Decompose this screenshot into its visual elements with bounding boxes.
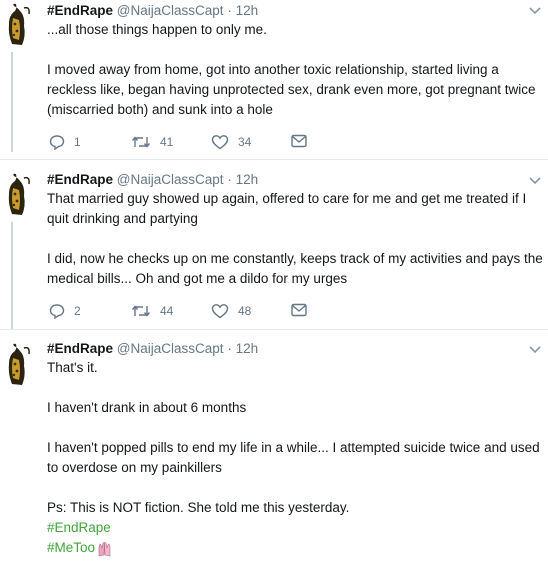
tweet-1[interactable]: #EndRape @NaijaClassCapt · 12h ...all th… bbox=[0, 0, 548, 160]
hashtag-row: #MeToo bbox=[47, 538, 545, 558]
reply-icon bbox=[49, 304, 65, 319]
handle[interactable]: @NaijaClassCapt bbox=[117, 341, 224, 356]
tweet-header: #EndRape @NaijaClassCapt · 12h bbox=[47, 2, 258, 20]
retweet-count: 41 bbox=[160, 135, 174, 149]
tweet-header: #EndRape @NaijaClassCapt · 12h bbox=[47, 340, 258, 358]
retweet-button[interactable]: 44 bbox=[131, 303, 173, 319]
thread-line bbox=[11, 222, 13, 330]
handle[interactable]: @NaijaClassCapt bbox=[117, 172, 224, 187]
display-name[interactable]: #EndRape bbox=[47, 341, 113, 356]
tweet-paragraph: I haven't drank in about 6 months bbox=[47, 400, 247, 415]
like-button[interactable]: 34 bbox=[211, 134, 251, 150]
tweet-text: ...all those things happen to only me. I… bbox=[47, 20, 545, 120]
reply-icon bbox=[49, 135, 65, 150]
tweet-text: That's it. I haven't drank in about 6 mo… bbox=[47, 358, 545, 558]
dm-icon bbox=[291, 134, 307, 148]
retweet-icon bbox=[131, 136, 151, 148]
like-button[interactable]: 48 bbox=[211, 303, 251, 319]
avatar[interactable] bbox=[4, 2, 40, 46]
tweet-paragraph: I did, now he checks up on me constantly… bbox=[47, 251, 543, 286]
separator-dot: · bbox=[227, 172, 232, 187]
dm-icon bbox=[291, 303, 307, 317]
tweet-paragraph: That's it. bbox=[47, 360, 98, 375]
like-icon bbox=[211, 304, 229, 319]
tweet-paragraph: That married guy showed up again, offere… bbox=[47, 191, 527, 226]
retweet-button[interactable]: 41 bbox=[131, 134, 173, 150]
retweet-icon bbox=[131, 305, 151, 317]
separator-dot: · bbox=[227, 341, 232, 356]
hashtag-link[interactable]: #MeToo bbox=[47, 538, 95, 558]
like-count: 48 bbox=[238, 304, 252, 318]
like-icon bbox=[211, 135, 229, 150]
chevron-down-icon[interactable] bbox=[528, 6, 542, 16]
dm-button[interactable] bbox=[291, 303, 307, 317]
avatar[interactable] bbox=[4, 172, 40, 216]
display-name[interactable]: #EndRape bbox=[47, 3, 113, 18]
tweet-paragraph: I moved away from home, got into another… bbox=[47, 62, 536, 117]
like-count: 34 bbox=[238, 135, 252, 149]
raised-hands-emoji bbox=[98, 541, 111, 556]
thread-line bbox=[11, 52, 13, 152]
tweet-text: That married guy showed up again, offere… bbox=[47, 189, 545, 289]
tweet-header: #EndRape @NaijaClassCapt · 12h bbox=[47, 171, 258, 189]
display-name[interactable]: #EndRape bbox=[47, 172, 113, 187]
timestamp[interactable]: 12h bbox=[236, 3, 259, 18]
reply-button[interactable]: 2 bbox=[49, 303, 81, 319]
tweet-3[interactable]: #EndRape @NaijaClassCapt · 12h That's it… bbox=[0, 330, 548, 562]
reply-count: 2 bbox=[74, 304, 81, 318]
reply-count: 1 bbox=[74, 135, 81, 149]
chevron-down-icon[interactable] bbox=[528, 176, 542, 186]
handle[interactable]: @NaijaClassCapt bbox=[117, 3, 224, 18]
tweet-paragraph: Ps: This is NOT fiction. She told me thi… bbox=[47, 500, 350, 515]
timestamp[interactable]: 12h bbox=[236, 172, 259, 187]
dm-button[interactable] bbox=[291, 134, 307, 148]
tweet-paragraph: I haven't popped pills to end my life in… bbox=[47, 440, 540, 475]
hashtag-link[interactable]: #EndRape bbox=[47, 518, 545, 538]
chevron-down-icon[interactable] bbox=[528, 345, 542, 355]
separator-dot: · bbox=[227, 3, 232, 18]
timestamp[interactable]: 12h bbox=[236, 341, 259, 356]
avatar[interactable] bbox=[4, 342, 40, 386]
tweet-2[interactable]: #EndRape @NaijaClassCapt · 12h That marr… bbox=[0, 160, 548, 330]
tweet-paragraph: ...all those things happen to only me. bbox=[47, 22, 267, 37]
retweet-count: 44 bbox=[160, 304, 174, 318]
reply-button[interactable]: 1 bbox=[49, 134, 81, 150]
